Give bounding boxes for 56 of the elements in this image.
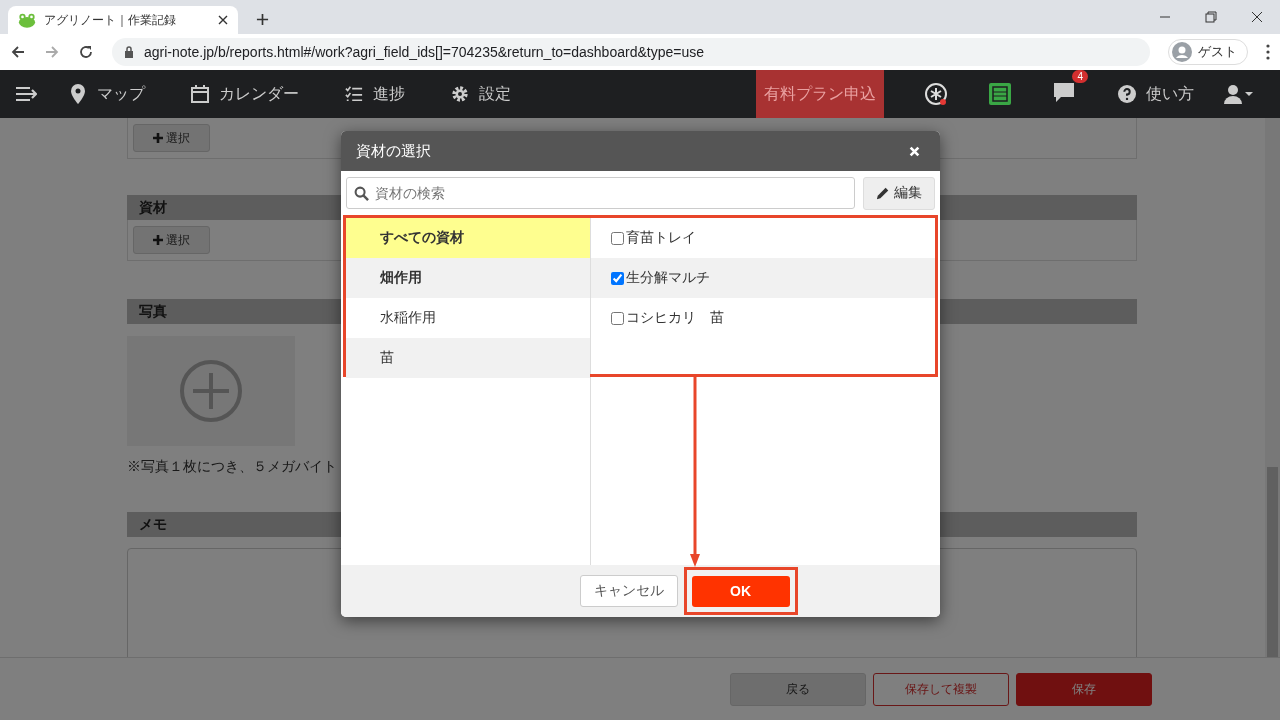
address-bar[interactable]: agri-note.jp/b/reports.html#/work?agri_field_ids[]=704235&return_to=dashboard&type=use (112, 38, 1150, 66)
close-icon[interactable] (1251, 11, 1263, 23)
avatar-icon (1172, 42, 1192, 62)
photo-note: ※写真１枚につき、５メガバイト (127, 458, 338, 476)
frog-icon (18, 12, 36, 28)
select-button[interactable]: 選択 (133, 124, 210, 152)
plus-icon (153, 133, 163, 143)
help-link[interactable]: 使い方 (1118, 83, 1194, 105)
notification-badge: 4 (1072, 70, 1088, 83)
material-label: 生分解マルチ (626, 269, 710, 287)
scrollbar[interactable] (1265, 118, 1280, 657)
back-button[interactable]: 戻る (730, 672, 866, 706)
search-icon (354, 186, 369, 201)
material-item[interactable]: 生分解マルチ (591, 258, 935, 298)
category-item[interactable]: すべての資材 (346, 218, 590, 258)
more-icon[interactable] (1266, 44, 1270, 60)
dialog-title: 資材の選択 (356, 141, 431, 161)
chat-icon[interactable] (1052, 80, 1076, 104)
checkbox[interactable] (611, 271, 624, 285)
calendar-link[interactable]: カレンダー (191, 83, 299, 105)
material-item[interactable]: 育苗トレイ (591, 218, 935, 258)
close-icon[interactable] (218, 15, 228, 25)
material-label: コシヒカリ 苗 (626, 309, 724, 327)
pin-icon (69, 84, 87, 104)
browser-tab[interactable]: アグリノート｜作業記録 (8, 6, 238, 34)
category-item[interactable]: 苗 (346, 338, 590, 378)
lock-icon (124, 46, 134, 58)
back-arrow-icon[interactable] (10, 44, 26, 60)
ok-button[interactable]: OK (691, 575, 790, 607)
settings-icon (451, 84, 469, 104)
plus-icon (153, 235, 163, 245)
book-icon[interactable] (988, 82, 1012, 106)
cancel-button[interactable]: キャンセル (579, 575, 678, 607)
user-menu-icon[interactable] (1224, 84, 1254, 104)
tab-title: アグリノート｜作業記録 (44, 11, 177, 29)
material-label: 育苗トレイ (626, 229, 696, 247)
new-tab-icon[interactable] (256, 13, 269, 26)
menu-icon[interactable] (15, 86, 37, 102)
checkbox[interactable] (611, 311, 624, 325)
edit-button[interactable]: 編集 (863, 176, 935, 210)
checklist-icon (345, 84, 363, 104)
search-field[interactable]: 資材の検索 (346, 177, 855, 209)
reload-icon[interactable] (78, 44, 94, 60)
calendar-icon (191, 84, 209, 104)
checkbox[interactable] (611, 231, 624, 245)
asterisk-circle-icon[interactable] (924, 82, 948, 106)
category-item[interactable]: 畑作用 (346, 258, 590, 298)
pencil-icon (876, 186, 890, 200)
select-button[interactable]: 選択 (133, 226, 210, 254)
help-icon (1118, 84, 1136, 104)
settings-link[interactable]: 設定 (451, 83, 511, 105)
add-circle-icon (179, 359, 243, 423)
restore-icon[interactable] (1205, 11, 1217, 23)
progress-link[interactable]: 進捗 (345, 83, 405, 105)
map-link[interactable]: マップ (69, 83, 145, 105)
url-text: agri-note.jp/b/reports.html#/work?agri_field_ids[]=704235&return_to=dashboard&type=use (144, 44, 704, 60)
